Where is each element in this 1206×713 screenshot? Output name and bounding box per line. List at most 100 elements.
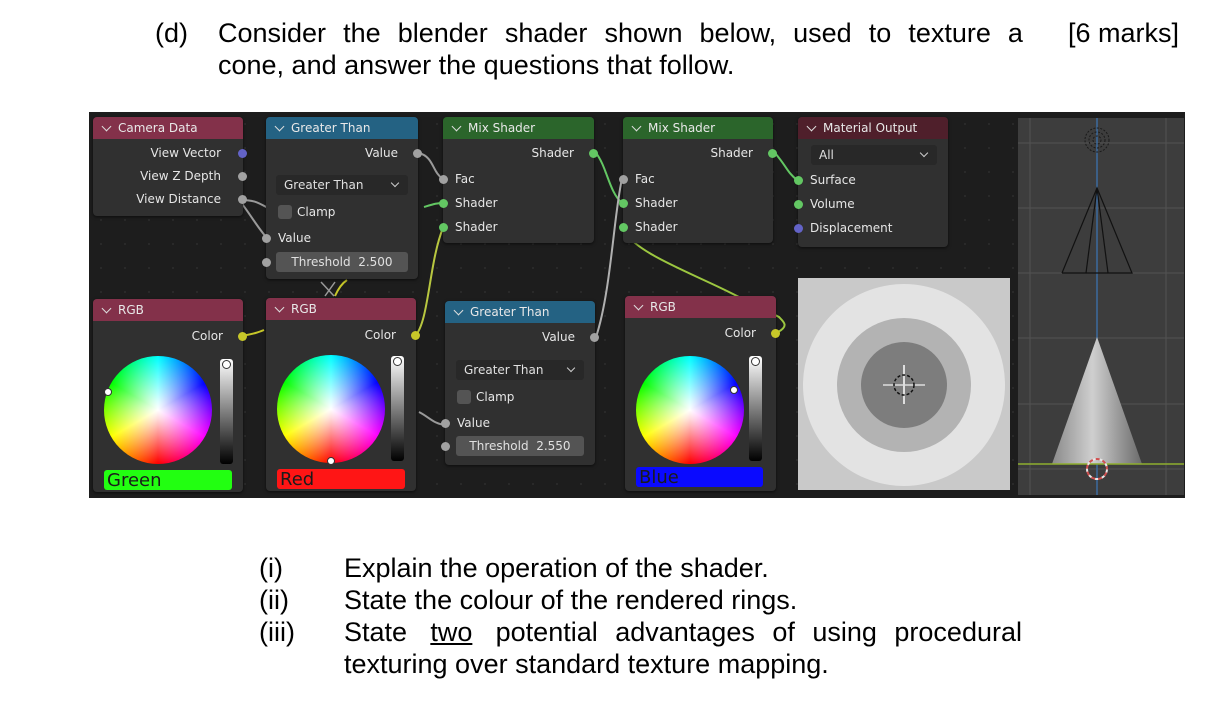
color-wheel-cursor[interactable] — [104, 388, 112, 396]
node-header[interactable]: RGB — [266, 298, 416, 320]
node-title: RGB — [291, 302, 317, 316]
chevron-down-icon[interactable] — [451, 121, 462, 131]
camera-data-node[interactable]: Camera Data View Vector View Z Depth Vie… — [93, 117, 247, 216]
target-dropdown[interactable]: All — [811, 145, 937, 165]
material-output-node[interactable]: Material Output All Surface Volume Displ… — [794, 117, 948, 247]
input-socket-surface[interactable] — [794, 176, 803, 185]
chevron-down-icon[interactable] — [631, 121, 642, 131]
input-socket-shader-1[interactable] — [619, 199, 628, 208]
socket-label: Color — [364, 328, 396, 342]
field-value: 2.500 — [358, 255, 393, 269]
cone-mesh[interactable] — [1052, 337, 1142, 464]
socket-label: View Vector — [150, 146, 221, 160]
threshold-field[interactable]: Threshold 2.550 — [456, 436, 584, 456]
output-socket-color[interactable] — [771, 329, 780, 338]
chevron-down-icon[interactable] — [101, 121, 112, 131]
wire-green-to-mix1-shader — [334, 279, 348, 297]
color-wheel-cursor[interactable] — [730, 386, 738, 394]
node-title: RGB — [650, 300, 676, 314]
chevron-down-icon — [919, 148, 929, 158]
question-text: Consider the blender shader shown below,… — [218, 17, 1028, 81]
operation-dropdown[interactable]: Greater Than — [276, 175, 408, 195]
node-header[interactable]: Material Output — [798, 117, 948, 139]
socket-label: Value — [542, 330, 575, 344]
word: texture — [908, 18, 991, 48]
rgb-node-green[interactable]: RGB Color Green — [93, 299, 247, 492]
node-header[interactable]: RGB — [93, 299, 243, 321]
operation-dropdown[interactable]: Greater Than — [456, 360, 584, 380]
color-wheel-cursor[interactable] — [327, 457, 335, 465]
threshold-field[interactable]: Threshold 2.500 — [276, 252, 408, 272]
input-socket-volume[interactable] — [794, 200, 803, 209]
subquestion-number: (iii) — [259, 617, 295, 647]
input-socket-shader-2[interactable] — [619, 223, 628, 232]
chevron-down-icon[interactable] — [453, 305, 464, 315]
greater-than-node-2[interactable]: Greater Than Value Greater Than Clamp Va… — [441, 301, 599, 465]
color-swatch[interactable]: Red — [277, 469, 405, 490]
3d-viewport[interactable] — [1018, 118, 1184, 495]
node-title: Greater Than — [291, 121, 371, 135]
output-socket-value[interactable] — [590, 333, 599, 342]
output-socket-view-distance[interactable] — [238, 195, 247, 204]
output-socket-color[interactable] — [238, 332, 247, 341]
node-header[interactable]: Greater Than — [445, 301, 595, 323]
chevron-down-icon[interactable] — [274, 302, 285, 312]
node-header[interactable]: Camera Data — [93, 117, 243, 139]
color-wheel[interactable] — [277, 355, 385, 463]
output-socket-view-vector[interactable] — [238, 149, 247, 158]
output-socket-shader[interactable] — [768, 149, 777, 158]
clamp-checkbox[interactable] — [278, 205, 292, 219]
word: to — [868, 18, 892, 48]
color-swatch[interactable]: Green — [104, 470, 232, 491]
socket-label: Shader — [531, 146, 574, 160]
wire-gt1-thresh-cross — [320, 281, 336, 297]
input-socket-value[interactable] — [441, 419, 450, 428]
input-socket-fac[interactable] — [619, 175, 628, 184]
rgb-node-blue[interactable]: RGB Color Blue — [625, 296, 780, 491]
input-socket-shader-2[interactable] — [439, 223, 448, 232]
node-header[interactable]: Mix Shader — [623, 117, 773, 139]
input-socket-threshold[interactable] — [441, 442, 450, 451]
value-slider[interactable] — [749, 356, 762, 461]
node-header[interactable]: Mix Shader — [443, 117, 594, 139]
clamp-checkbox[interactable] — [457, 390, 471, 404]
dropdown-value: Greater Than — [464, 363, 544, 377]
value-slider[interactable] — [391, 356, 404, 461]
chevron-down-icon[interactable] — [274, 121, 285, 131]
node-header[interactable]: RGB — [625, 296, 776, 318]
socket-label: Shader — [455, 220, 498, 234]
node-title: RGB — [118, 303, 144, 317]
input-socket-value[interactable] — [262, 234, 271, 243]
slider-handle[interactable] — [393, 357, 402, 366]
input-socket-displacement[interactable] — [794, 224, 803, 233]
chevron-down-icon[interactable] — [806, 121, 817, 131]
input-socket-fac[interactable] — [439, 175, 448, 184]
output-socket-shader[interactable] — [589, 149, 598, 158]
output-socket-color[interactable] — [411, 331, 420, 340]
clamp-label: Clamp — [476, 390, 515, 404]
mix-shader-node-1[interactable]: Mix Shader Shader Fac Shader Shader — [439, 117, 598, 243]
socket-label: Shader — [455, 196, 498, 210]
output-socket-view-z-depth[interactable] — [238, 172, 247, 181]
chevron-down-icon[interactable] — [633, 300, 644, 310]
question-line-2: cone, and answer the questions that foll… — [218, 50, 735, 80]
chevron-down-icon[interactable] — [101, 303, 112, 313]
word: shown — [604, 18, 683, 48]
color-swatch[interactable]: Blue — [636, 467, 763, 488]
slider-handle[interactable] — [222, 360, 231, 369]
rgb-node-red[interactable]: RGB Color Red — [266, 298, 420, 491]
value-slider[interactable] — [220, 359, 233, 464]
input-socket-threshold[interactable] — [262, 258, 271, 267]
input-socket-shader-1[interactable] — [439, 199, 448, 208]
slider-handle[interactable] — [751, 357, 760, 366]
color-wheel[interactable] — [104, 356, 212, 464]
greater-than-node-1[interactable]: Greater Than Value Greater Than Clamp Va… — [262, 117, 422, 279]
word: below, — [699, 18, 777, 48]
field-label: Threshold — [469, 439, 529, 453]
chevron-down-icon — [566, 363, 576, 373]
color-wheel[interactable] — [636, 356, 744, 464]
output-socket-value[interactable] — [413, 149, 422, 158]
node-title: Mix Shader — [648, 121, 716, 135]
node-header[interactable]: Greater Than — [266, 117, 418, 139]
mix-shader-node-2[interactable]: Mix Shader Shader Fac Shader Shader — [619, 117, 777, 243]
